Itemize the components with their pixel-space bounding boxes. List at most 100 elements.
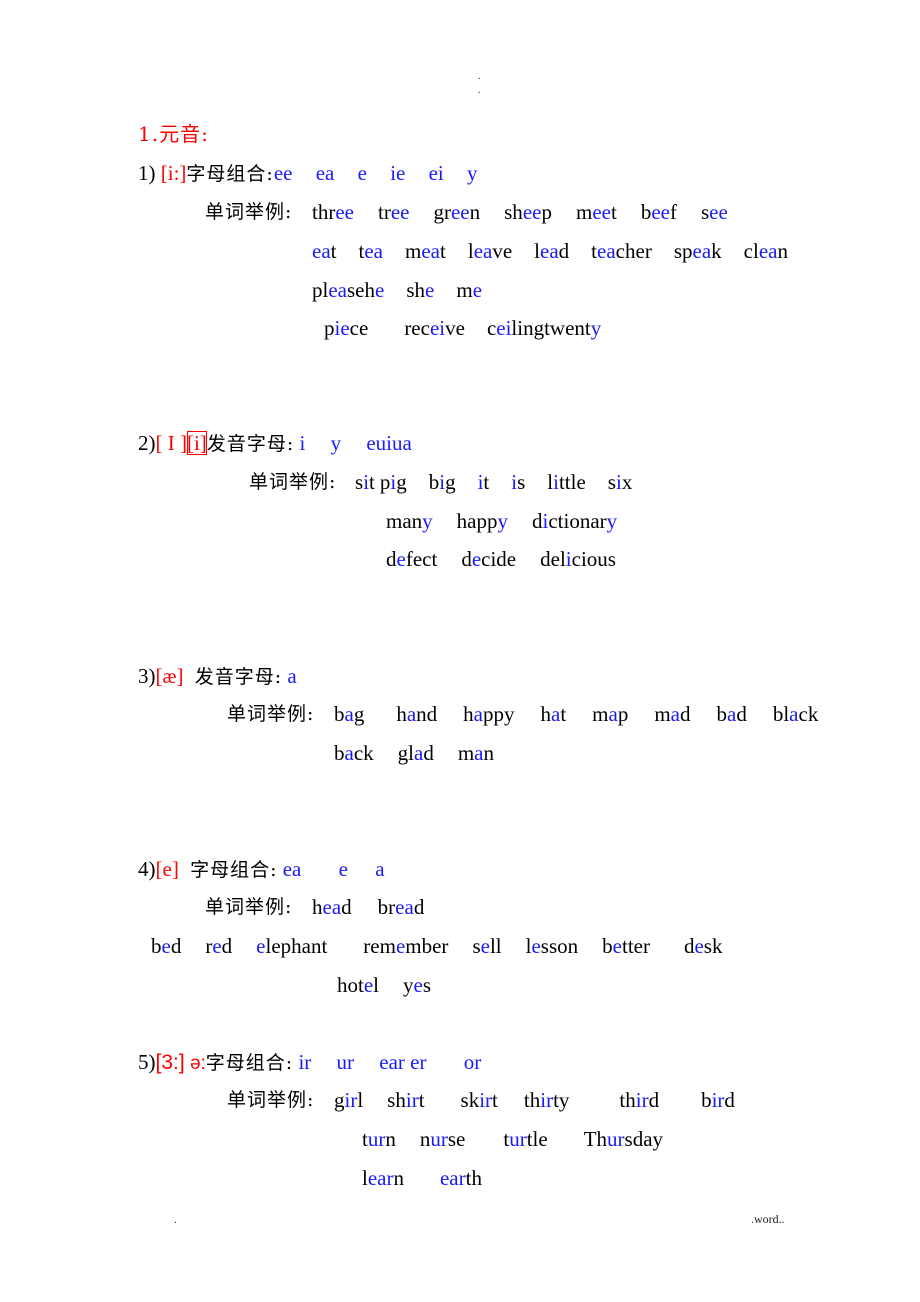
word-letters: p: [324, 316, 335, 340]
word-letters: d: [170, 934, 182, 958]
word-letters: ve: [492, 239, 513, 263]
word-letters: b: [334, 702, 345, 726]
word-letters: h: [463, 702, 474, 726]
highlighted-letters: a: [473, 702, 483, 726]
example-word: man: [458, 740, 494, 766]
word-letters: seh: [347, 278, 375, 302]
highlighted-letters: a: [474, 741, 484, 765]
word-letters: d: [558, 239, 570, 263]
word-letters: gr: [433, 200, 451, 224]
letter-combo: ur: [336, 1050, 355, 1074]
phonetic-symbol: [i:]: [160, 161, 187, 185]
word-letters: p: [541, 200, 552, 224]
word-letters: m: [456, 278, 473, 302]
word-letters: sday: [624, 1127, 664, 1151]
word-letters: ce: [349, 316, 369, 340]
example-word: meet: [576, 199, 617, 225]
rule-label: 字母组合:: [205, 1052, 294, 1074]
highlighted-letters: e: [471, 547, 482, 571]
word-letters: t: [330, 239, 337, 263]
word-letters: m: [592, 702, 609, 726]
examples-label: 单词举例:: [205, 201, 293, 223]
word-letters: lephant: [265, 934, 328, 958]
example-word: leave: [468, 238, 512, 264]
examples-label: 单词举例:: [227, 1089, 315, 1111]
word-letters: n: [393, 1166, 404, 1190]
highlighted-letters: ea: [322, 895, 342, 919]
highlighted-letters: ee: [522, 200, 542, 224]
letter-combo: ea: [315, 161, 335, 185]
example-word: back: [334, 740, 374, 766]
word-letters: cl: [743, 239, 759, 263]
highlighted-letters: y: [606, 509, 618, 533]
section-number: 2): [138, 431, 156, 455]
word-letters: b: [602, 934, 613, 958]
highlighted-letters: a: [406, 702, 417, 726]
example-word: is: [511, 469, 525, 495]
word-letters: d: [531, 509, 543, 533]
letter-combo: ea: [282, 857, 302, 881]
highlighted-letters: ear: [367, 1166, 394, 1190]
word-letters: sk: [703, 934, 723, 958]
example-word: piece: [324, 315, 368, 341]
highlighted-letters: ee: [450, 200, 470, 224]
example-word: desk: [684, 933, 723, 959]
highlighted-letters: a: [414, 741, 424, 765]
example-word: many: [386, 508, 433, 534]
examples-label: 单词举例:: [227, 703, 315, 725]
footer-left: .: [174, 1212, 177, 1226]
highlighted-letters: a: [727, 702, 737, 726]
example-word: tree: [378, 199, 409, 225]
section-heading-5: 5)[3:] ə:字母组合: ir ur ear er or: [138, 1049, 481, 1077]
letter-combo: e: [338, 857, 348, 881]
example-row: back glad man: [334, 740, 494, 766]
letter-combo: ee: [273, 161, 293, 185]
example-row: three tree green sheep meet beef see: [312, 199, 728, 225]
section-heading-2: 2)[ I ][i]发音字母: i y euiua: [138, 430, 412, 457]
word-letters: tle: [526, 1127, 548, 1151]
word-letters: d: [724, 1088, 735, 1112]
letter-combo: euiua: [366, 431, 412, 455]
section-title: 1.元音:: [138, 122, 209, 146]
example-word: tea: [359, 238, 384, 264]
highlighted-letters: ur: [367, 1127, 386, 1151]
highlighted-letters: a: [344, 741, 354, 765]
highlighted-letters: e: [212, 934, 222, 958]
example-word: girl: [334, 1087, 363, 1113]
word-letters: mber: [405, 934, 449, 958]
word-letters: d: [680, 702, 691, 726]
highlighted-letters: e: [425, 278, 435, 302]
section-number: 1): [138, 161, 156, 185]
highlighted-letters: e: [363, 973, 374, 997]
highlighted-letters: ur: [509, 1127, 527, 1151]
example-word: defect: [386, 546, 437, 572]
header-mark: .: [478, 85, 481, 96]
word-letters: Th: [583, 1127, 608, 1151]
word-letters: fect: [405, 547, 438, 571]
letter-combo: y: [330, 431, 342, 455]
example-word: elephant: [256, 933, 327, 959]
word-letters: n: [469, 200, 481, 224]
phonetic-symbol: [ I ]: [155, 431, 187, 455]
word-letters: b: [334, 741, 345, 765]
example-word: speak: [674, 238, 722, 264]
example-row: bag hand happy hat map mad bad black: [334, 701, 818, 727]
word-letters: t: [440, 239, 446, 263]
highlighted-letters: ie: [334, 316, 350, 340]
word-letters: th: [523, 1088, 541, 1112]
word-letters: b: [640, 200, 652, 224]
word-letters: tter: [621, 934, 650, 958]
example-word: nurse: [420, 1126, 466, 1152]
example-word: receive: [404, 315, 465, 341]
word-letters: d: [461, 547, 472, 571]
word-letters: g: [334, 1088, 345, 1112]
word-letters: thr: [312, 200, 336, 224]
section-number: 3): [138, 664, 156, 688]
example-row: pleasehe she me: [312, 277, 482, 303]
example-word: ceiling: [487, 315, 544, 341]
highlighted-letters: ei: [429, 316, 446, 340]
example-word: thirty: [524, 1087, 570, 1113]
highlighted-letters: ea: [597, 239, 616, 263]
word-letters: d: [648, 1088, 660, 1112]
highlighted-letters: ir: [479, 1088, 493, 1112]
